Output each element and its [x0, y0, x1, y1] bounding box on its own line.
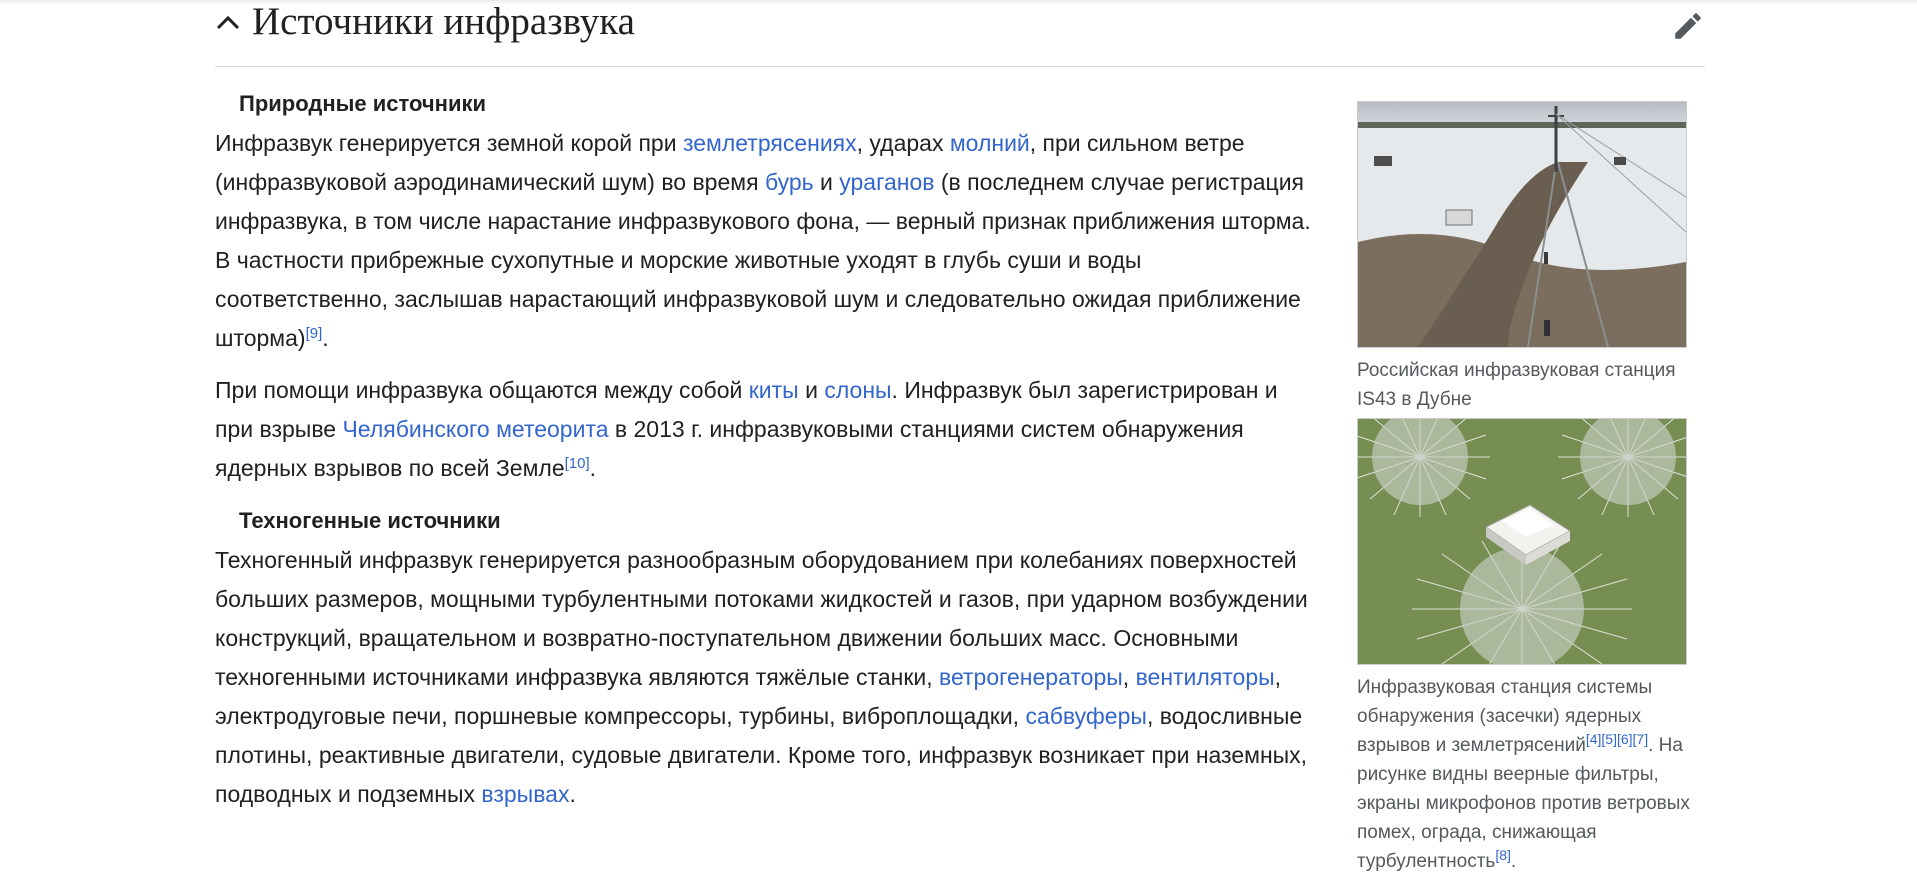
link-hurricanes[interactable]: ураганов	[839, 169, 934, 195]
text: ,	[1122, 664, 1136, 690]
paragraph-natural-2: При помощи инфразвука общаются между соб…	[215, 371, 1320, 488]
text: .	[1510, 851, 1517, 872]
photo-caption-array: Инфразвуковая станция системы обнаружени…	[1357, 673, 1705, 876]
reference-6[interactable]: [6]	[1617, 731, 1633, 747]
photo-caption-dubna: Российская инфразвуковая станция IS43 в …	[1357, 360, 1676, 410]
link-lightning[interactable]: молний	[950, 130, 1030, 156]
article-page: Источники инфразвука Природные источники…	[215, 0, 1705, 887]
reference-9[interactable]: [9]	[306, 325, 323, 342]
chevron-up-icon[interactable]	[215, 6, 245, 40]
text: .	[322, 325, 329, 351]
text: , ударах	[856, 130, 950, 156]
reference-4[interactable]: [4]	[1586, 731, 1602, 747]
text: и	[798, 377, 825, 403]
reference-10[interactable]: [10]	[565, 455, 590, 472]
section-content: Природные источники Инфразвук генерирует…	[215, 84, 1320, 814]
photo-station-array[interactable]	[1357, 418, 1687, 665]
paragraph-technogenic-1: Техногенный инфразвук генерируется разно…	[215, 541, 1320, 814]
text: При помощи инфразвука общаются между соб…	[215, 377, 749, 403]
reference-5[interactable]: [5]	[1601, 731, 1617, 747]
text: (в последнем случае регистрация инфразву…	[215, 169, 1311, 351]
paragraph-natural-1: Инфразвук генерируется земной корой при …	[215, 124, 1320, 358]
reference-link[interactable]: [10]	[565, 455, 590, 472]
link-elephants[interactable]: слоны	[824, 377, 891, 403]
reference-link[interactable]: [9]	[306, 325, 323, 342]
link-storms[interactable]: бурь	[765, 169, 814, 195]
photo-station-dubna[interactable]	[1357, 101, 1687, 348]
reference-link[interactable]: [6]	[1617, 731, 1633, 747]
reference-7[interactable]: [7]	[1633, 731, 1649, 747]
text: .	[569, 781, 576, 807]
text: Инфразвук генерируется земной корой при	[215, 130, 683, 156]
pencil-icon[interactable]	[1671, 9, 1705, 43]
link-explosions[interactable]: взрывах	[481, 781, 569, 807]
text: .	[589, 455, 597, 481]
link-wind-generators[interactable]: ветрогенераторы	[939, 664, 1123, 690]
thumbnails: Российская инфразвуковая станция IS43 в …	[1357, 101, 1705, 876]
reference-link[interactable]: [8]	[1495, 847, 1511, 863]
reference-8[interactable]: [8]	[1495, 847, 1511, 863]
section-title: Источники инфразвука	[252, 0, 635, 43]
link-whales[interactable]: киты	[749, 377, 799, 403]
link-earthquakes[interactable]: землетрясениях	[683, 130, 857, 156]
reference-link[interactable]: [4]	[1586, 731, 1602, 747]
link-chelyabinsk-meteor[interactable]: Челябинского метеорита	[342, 416, 608, 442]
link-subwoofers[interactable]: сабвуферы	[1025, 703, 1146, 729]
reference-link[interactable]: [7]	[1633, 731, 1649, 747]
reference-link[interactable]: [5]	[1601, 731, 1617, 747]
text: и	[813, 169, 840, 195]
subheading-natural: Природные источники	[239, 91, 487, 116]
link-fans[interactable]: вентиляторы	[1136, 664, 1275, 690]
section-header: Источники инфразвука	[215, 0, 1705, 67]
subheading-technogenic: Техногенные источники	[239, 508, 501, 533]
